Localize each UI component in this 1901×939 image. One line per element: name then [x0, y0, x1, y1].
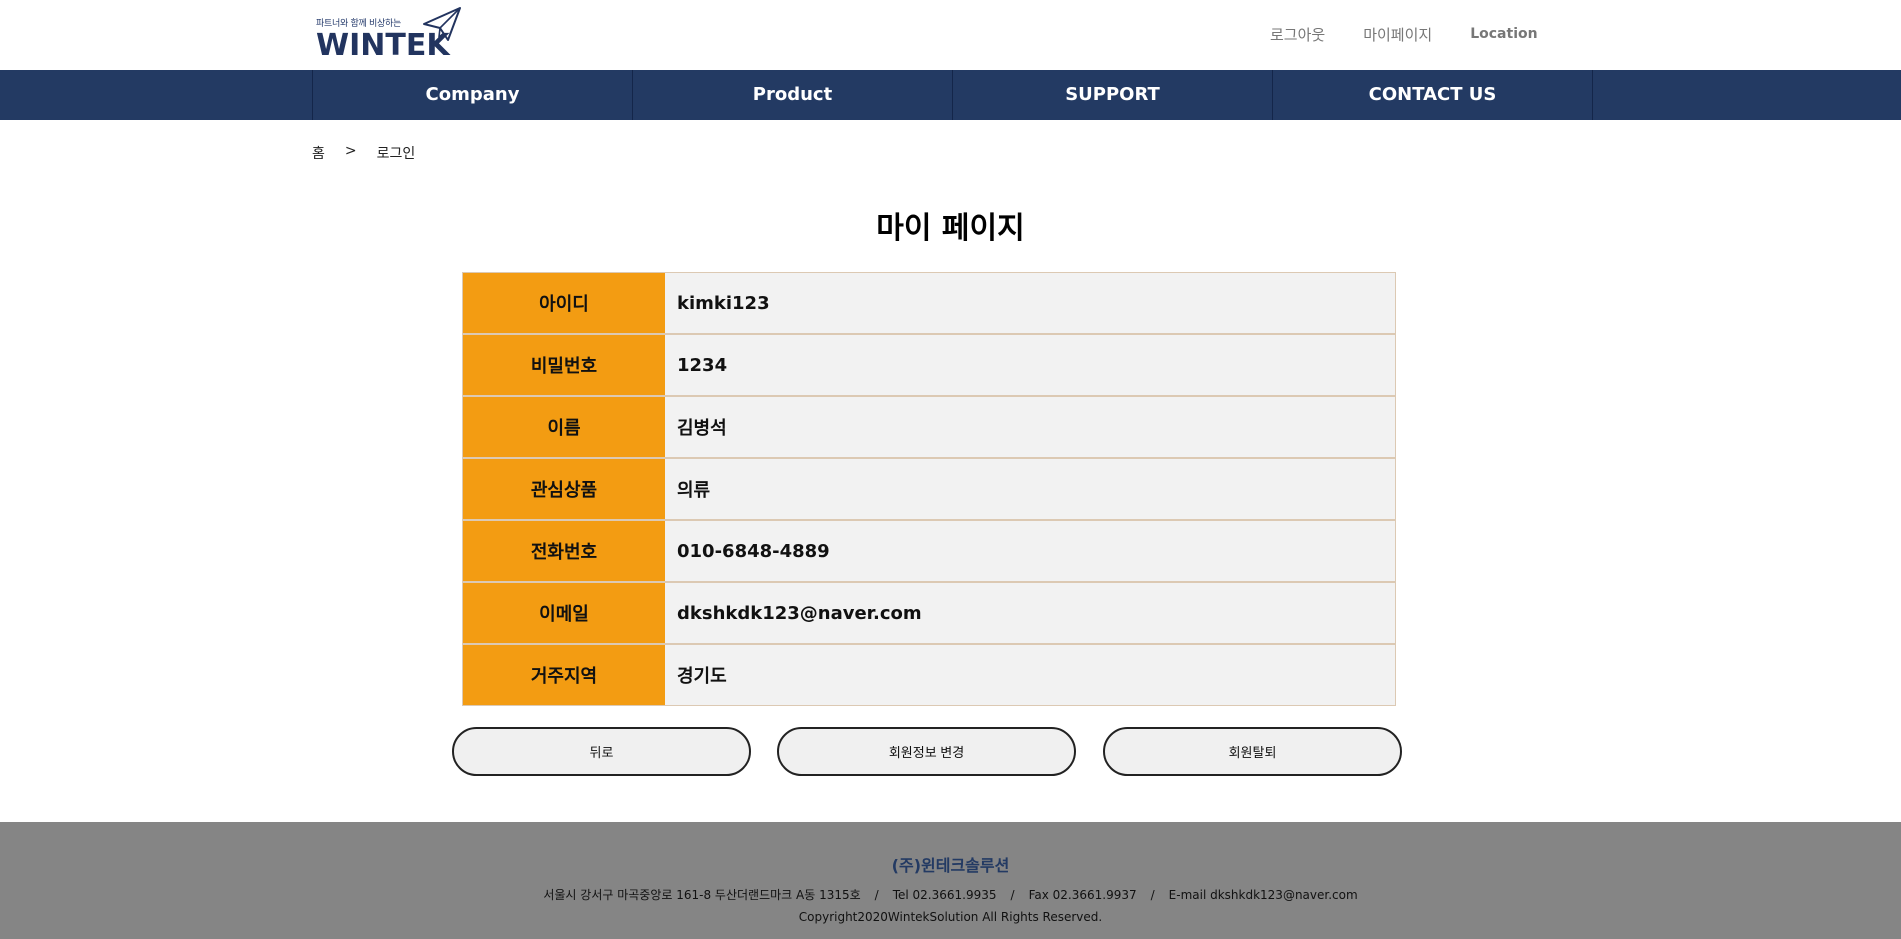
profile-value: 경기도 — [665, 645, 1395, 705]
profile-row-email: 이메일 dkshkdk123@naver.com — [463, 583, 1395, 645]
profile-row-phone: 전화번호 010-6848-4889 — [463, 521, 1395, 583]
profile-label: 이름 — [463, 397, 665, 457]
logout-link[interactable]: 로그아웃 — [1270, 24, 1325, 45]
profile-row-region: 거주지역 경기도 — [463, 645, 1395, 705]
breadcrumb-separator: > — [344, 143, 357, 159]
nav-item-company[interactable]: Company — [313, 70, 633, 120]
profile-label: 관심상품 — [463, 459, 665, 519]
profile-value: 1234 — [665, 335, 1395, 395]
edit-profile-button[interactable]: 회원정보 변경 — [777, 727, 1076, 776]
profile-value: 김병석 — [665, 397, 1395, 457]
back-button[interactable]: 뒤로 — [452, 727, 751, 776]
footer-copyright: Copyright2020WintekSolution All Rights R… — [798, 910, 1103, 924]
profile-table: 아이디 kimki123 비밀번호 1234 이름 김병석 관심상품 의류 전화… — [462, 272, 1396, 706]
profile-label: 아이디 — [463, 273, 665, 333]
footer: (주)윈테크솔루션 서울시 강서구 마곡중앙로 161-8 두산더랜드마크 A동… — [0, 822, 1901, 939]
paper-plane-icon — [423, 7, 461, 41]
utility-links: 로그아웃 마이페이지 Location — [1270, 24, 1538, 45]
profile-label: 전화번호 — [463, 521, 665, 581]
footer-separator: / — [1010, 888, 1015, 902]
footer-separator: / — [874, 888, 879, 902]
nav-item-support[interactable]: SUPPORT — [953, 70, 1273, 120]
footer-tel: Tel 02.3661.9935 — [892, 888, 997, 902]
profile-value: dkshkdk123@naver.com — [665, 583, 1395, 643]
profile-row-id: 아이디 kimki123 — [463, 273, 1395, 335]
profile-row-interest: 관심상품 의류 — [463, 459, 1395, 521]
nav-item-product[interactable]: Product — [633, 70, 953, 120]
action-buttons: 뒤로 회원정보 변경 회원탈퇴 — [452, 727, 1402, 776]
footer-address: 서울시 강서구 마곡중앙로 161-8 두산더랜드마크 A동 1315호 — [543, 888, 861, 902]
footer-email: E-mail dkshkdk123@naver.com — [1168, 888, 1358, 902]
mypage-link[interactable]: 마이페이지 — [1363, 24, 1432, 45]
profile-value: 의류 — [665, 459, 1395, 519]
footer-company-name: (주)윈테크솔루션 — [891, 856, 1010, 875]
page-title: 마이 페이지 — [876, 211, 1025, 246]
profile-row-name: 이름 김병석 — [463, 397, 1395, 459]
wintek-logo[interactable]: 파트너와 함께 비상하는 WINTEK — [314, 6, 464, 63]
footer-contact-line: 서울시 강서구 마곡중앙로 161-8 두산더랜드마크 A동 1315호 / Tel… — [0, 886, 1901, 903]
breadcrumb-current: 로그인 — [376, 146, 416, 162]
nav-item-contact-us[interactable]: CONTACT US — [1273, 70, 1593, 120]
footer-fax: Fax 02.3661.9937 — [1028, 888, 1137, 902]
main-nav: Company Product SUPPORT CONTACT US — [0, 70, 1901, 120]
top-header: 파트너와 함께 비상하는 WINTEK 로그아웃 마이페이지 Location — [0, 0, 1901, 70]
footer-separator: / — [1150, 888, 1155, 902]
profile-label: 거주지역 — [463, 645, 665, 705]
breadcrumb: 홈 > 로그인 — [312, 143, 415, 163]
profile-value: 010-6848-4889 — [665, 521, 1395, 581]
profile-row-password: 비밀번호 1234 — [463, 335, 1395, 397]
profile-label: 이메일 — [463, 583, 665, 643]
location-link[interactable]: Location — [1470, 26, 1537, 45]
profile-value: kimki123 — [665, 273, 1395, 333]
profile-label: 비밀번호 — [463, 335, 665, 395]
withdraw-button[interactable]: 회원탈퇴 — [1103, 727, 1402, 776]
breadcrumb-home[interactable]: 홈 — [312, 143, 325, 163]
